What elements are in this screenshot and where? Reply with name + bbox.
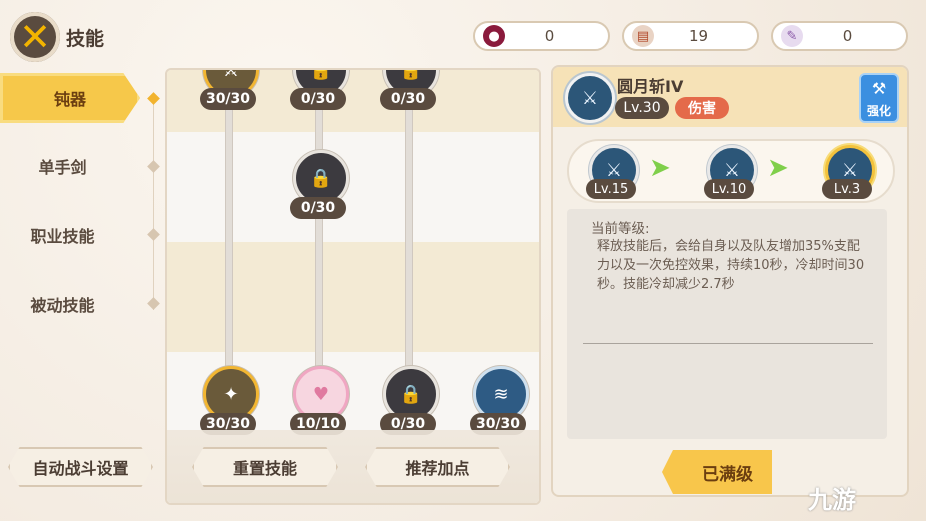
lock-icon: 🔒 <box>399 383 423 405</box>
skill-description: 释放技能后，会给自身以及队友增加35%支配力以及一次免控效果，持续10秒，冷却时… <box>597 239 865 292</box>
skill-chain: ⚔ Lv.15 ➤ ⚔ Lv.10 ➤ ⚔ Lv.3 <box>567 139 895 203</box>
net-skill-icon: ✦ <box>223 383 239 405</box>
skill-node-3-count: 0/30 <box>380 88 436 110</box>
tab-blunt-label: 钝器 <box>53 90 86 109</box>
skill-tree-panel[interactable]: ⚔ 30/30 🔒 0/30 🔒 0/30 🔒 0/30 ✦ 30/30 ♥ 1… <box>165 68 541 505</box>
currency-book-value: 19 <box>688 27 709 45</box>
skill-portrait-icon: ⚔ <box>565 73 615 123</box>
currency-gem-value: 0 <box>544 27 555 45</box>
skill-type-badge: 伤害 <box>675 97 729 119</box>
book-icon: ▤ <box>632 25 654 47</box>
tab-divider <box>153 100 154 310</box>
shield-skill-icon: ♥ <box>312 383 330 405</box>
chain-level-3: Lv.3 <box>822 179 872 199</box>
dash-skill-icon: ≋ <box>493 383 509 405</box>
reset-skills-button[interactable]: 重置技能 <box>192 447 338 487</box>
tab-one-hand-sword-label: 单手剑 <box>38 158 87 177</box>
chain-level-1: Lv.15 <box>586 179 636 199</box>
close-icon: ✕ <box>19 15 51 59</box>
tab-marker <box>147 160 160 173</box>
tab-class-skills[interactable]: 职业技能 <box>0 210 125 260</box>
hammer-icon: ⚒ <box>871 79 887 98</box>
tab-marker <box>147 228 160 241</box>
tab-class-skills-label: 职业技能 <box>30 227 95 246</box>
tab-marker <box>147 297 160 310</box>
gem-icon: ● <box>483 25 505 47</box>
close-button[interactable]: ✕ <box>10 12 60 62</box>
max-level-button[interactable]: 已满级 <box>662 450 772 494</box>
tab-blunt[interactable]: 钝器 <box>0 73 140 123</box>
tab-passive-skills[interactable]: 被动技能 <box>0 279 125 329</box>
tree-row-band <box>167 242 539 352</box>
currency-gem[interactable]: ● 0 <box>473 21 610 51</box>
page-title: 技能 <box>66 28 105 50</box>
arrow-right-icon: ➤ <box>767 153 789 183</box>
scroll-icon: ✎ <box>781 25 803 47</box>
tab-passive-skills-label: 被动技能 <box>30 296 95 315</box>
lock-icon: 🔒 <box>399 68 423 81</box>
currency-book[interactable]: ▤ 19 <box>622 21 759 51</box>
skill-node-1-count: 30/30 <box>200 88 256 110</box>
tab-one-hand-sword[interactable]: 单手剑 <box>0 141 125 191</box>
watermark-logo: 九游 <box>808 486 856 514</box>
skill-icon: ⚔ <box>222 68 240 81</box>
skill-description-box: 当前等级: 释放技能后，会给自身以及队友增加35%支配力以及一次免控效果，持续1… <box>567 209 887 439</box>
lock-icon: 🔒 <box>309 167 333 189</box>
tab-marker-active <box>147 92 160 105</box>
recommend-points-button[interactable]: 推荐加点 <box>365 447 510 487</box>
chain-level-2: Lv.10 <box>704 179 754 199</box>
lock-icon: 🔒 <box>309 68 333 81</box>
arrow-right-icon: ➤ <box>649 153 671 183</box>
current-level-label: 当前等级: <box>591 221 650 237</box>
currency-scroll-value: 0 <box>842 27 853 45</box>
currency-scroll[interactable]: ✎ 0 <box>771 21 908 51</box>
skill-level-badge: Lv.30 <box>615 97 669 119</box>
auto-battle-settings-button[interactable]: 自动战斗设置 <box>8 447 153 487</box>
enhance-label: 强化 <box>866 104 891 118</box>
enhance-button[interactable]: ⚒ 强化 <box>859 73 899 123</box>
skill-detail-panel: ⚔ 圆月斩IV Lv.30 伤害 ⚒ 强化 ⚔ Lv.15 ➤ ⚔ Lv.10 … <box>551 65 909 497</box>
skill-name: 圆月斩IV <box>617 77 684 96</box>
skill-node-locked-count: 0/30 <box>290 197 346 219</box>
skill-node-2-count: 0/30 <box>290 88 346 110</box>
tree-row-band <box>167 132 539 242</box>
description-divider <box>583 343 873 344</box>
